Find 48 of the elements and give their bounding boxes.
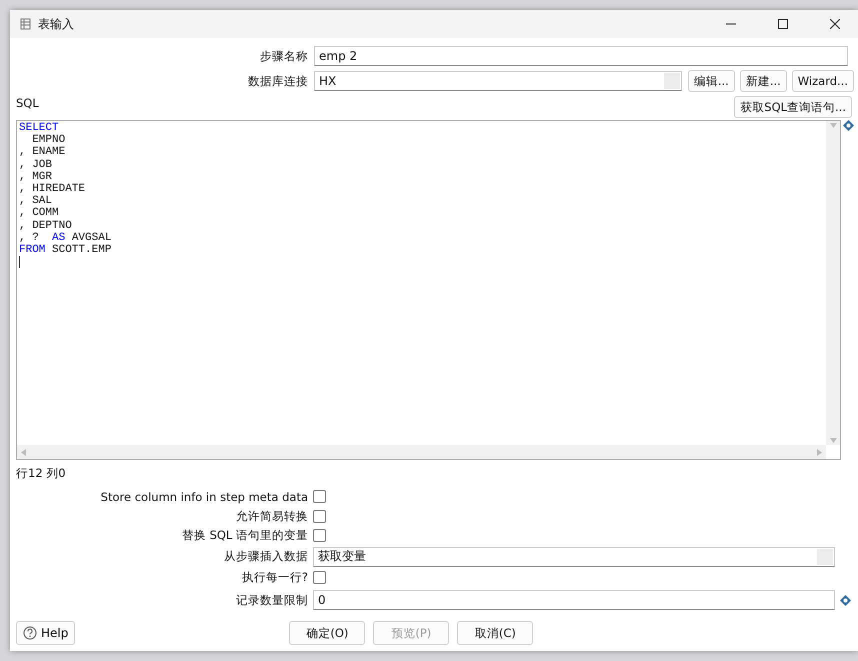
option-label: 记录数量限制 [235,592,308,608]
checkbox[interactable] [313,510,326,523]
code-line: , HIREDATE [19,183,86,196]
option-label: Store column info in step meta data [100,490,308,504]
scroll-left-icon[interactable] [21,448,26,456]
field-label: 数据库连接 [247,74,308,88]
sql-editor[interactable]: SELECT EMPNO , ENAME , JOB , MGR , HIREDATE , SAL , COMM , DEPTNO , ? AS AVGSAL FROM SCOTT.EMP [16,120,841,460]
dialog-button[interactable]: 取消(C) [457,621,534,645]
option-label: 执行每一行? [240,570,308,585]
code-line: FROM SCOTT.EMP [19,244,112,256]
checkbox[interactable] [313,490,326,504]
close-icon [830,19,840,29]
help-button[interactable]: Help [16,621,76,645]
code-line: , MGR [19,170,54,184]
code-line: EMPNO [31,134,66,146]
limit-field[interactable]: 0 [313,590,835,610]
step-name-field[interactable]: emp 2 [314,46,848,66]
checkbox[interactable] [313,529,326,542]
field-label: 步骤名称 [259,48,308,64]
option-label: 替换 SQL 语句里的变量 [180,528,308,544]
option-label: 允许简易转换 [235,508,308,524]
checkbox[interactable] [313,570,326,584]
get-sql-button[interactable]: 获取SQL查询语句... [734,96,852,118]
horizontal-scrollbar[interactable] [17,445,826,459]
sql-label: SQL [16,96,39,110]
code-line: , ENAME [19,146,66,159]
scroll-right-icon[interactable] [817,448,822,456]
insert-data-combo[interactable]: 获取变量 [313,546,835,566]
window-title: 表输入 [38,16,75,32]
cursor-position: 行12 列0 [16,466,67,481]
code-line: , ? AS AVGSAL [19,232,112,244]
connection-button[interactable]: Wizard... [792,70,854,92]
code-line: SELECT [19,122,60,134]
scroll-down-icon[interactable] [830,438,836,443]
table-icon [20,18,32,30]
option-label: 从步骤插入数据 [223,549,308,564]
code-line: , JOB [19,158,54,171]
code-line: , DEPTNO [19,220,73,232]
maximize-icon [778,19,788,29]
connection-button[interactable]: 新建... [740,70,787,92]
code-line: , COMM [19,207,60,220]
code-line: , SAL [19,195,54,208]
help-icon [23,626,37,640]
connection-button[interactable]: 编辑... [688,70,735,92]
dialog-button[interactable]: 确定(O) [289,621,366,645]
vertical-scrollbar[interactable] [826,121,840,445]
connection-combo[interactable]: HX [314,71,682,91]
scroll-up-icon[interactable] [830,123,836,128]
